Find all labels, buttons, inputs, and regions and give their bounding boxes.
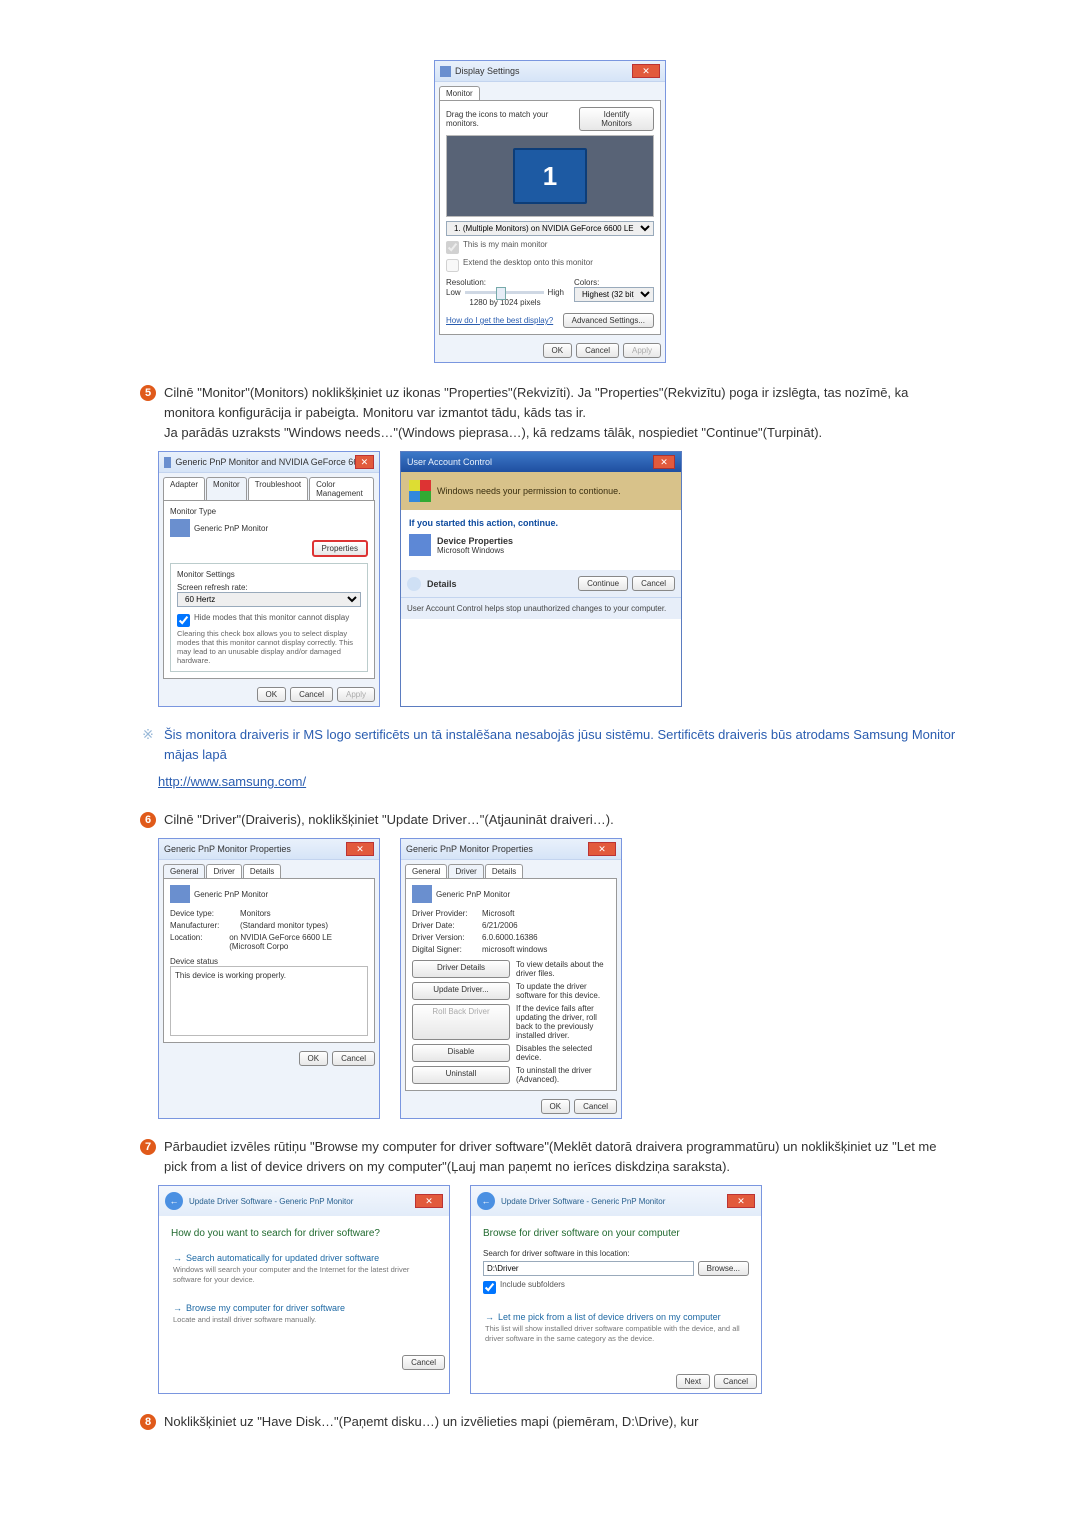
ok-button[interactable]: OK — [543, 343, 573, 358]
chevron-down-icon[interactable] — [407, 577, 421, 591]
option-browse-computer[interactable]: Browse my computer for driver software L… — [171, 1299, 437, 1329]
monitor-icon — [170, 885, 190, 903]
advanced-settings-button[interactable]: Advanced Settings... — [563, 313, 654, 328]
update-driver-wizard-2: ← Update Driver Software - Generic PnP M… — [470, 1185, 762, 1394]
hide-modes-checkbox[interactable] — [177, 614, 190, 627]
tab-general[interactable]: General — [405, 864, 447, 878]
device-icon — [409, 534, 431, 556]
option-search-automatically[interactable]: Search automatically for updated driver … — [171, 1249, 437, 1289]
note-block: ※ Šis monitora draiveris ir MS logo sert… — [140, 725, 960, 764]
close-icon[interactable]: ✕ — [346, 842, 374, 856]
close-icon[interactable]: ✕ — [355, 455, 374, 469]
tab-adapter[interactable]: Adapter — [163, 477, 205, 500]
tab-details[interactable]: Details — [243, 864, 281, 878]
ok-button[interactable]: OK — [257, 687, 287, 702]
main-monitor-checkbox — [446, 241, 459, 254]
search-path-input[interactable] — [483, 1261, 694, 1276]
samsung-link[interactable]: http://www.samsung.com/ — [158, 774, 306, 789]
step-5: 5 Cilnē "Monitor"(Monitors) noklikšķinie… — [140, 383, 960, 443]
resolution-slider[interactable] — [465, 291, 544, 294]
monitor-select[interactable]: 1. (Multiple Monitors) on NVIDIA GeForce… — [446, 221, 654, 236]
display-settings-window: Display Settings ✕ Monitor Drag the icon… — [434, 60, 666, 363]
window-title: Display Settings — [455, 66, 520, 76]
monitor-properties-window: Generic PnP Monitor and NVIDIA GeForce 6… — [158, 451, 380, 707]
apply-button: Apply — [623, 343, 661, 358]
option-let-me-pick[interactable]: Let me pick from a list of device driver… — [483, 1308, 749, 1348]
window-icon — [440, 66, 451, 77]
close-icon[interactable]: ✕ — [727, 1194, 755, 1208]
cancel-button[interactable]: Cancel — [332, 1051, 375, 1066]
step-badge: 5 — [140, 385, 156, 401]
step-8: 8 Noklikšķiniet uz "Have Disk…"(Paņemt d… — [140, 1412, 960, 1432]
monitor-icon — [412, 885, 432, 903]
refresh-rate-select[interactable]: 60 Hertz — [177, 592, 361, 607]
ok-button[interactable]: OK — [299, 1051, 329, 1066]
update-driver-wizard-1: ← Update Driver Software - Generic PnP M… — [158, 1185, 450, 1394]
cancel-button[interactable]: Cancel — [714, 1374, 757, 1389]
update-driver-button[interactable]: Update Driver... — [412, 982, 510, 1000]
disable-button[interactable]: Disable — [412, 1044, 510, 1062]
shield-icon — [409, 480, 431, 502]
continue-button[interactable]: Continue — [578, 576, 628, 591]
ok-button[interactable]: OK — [541, 1099, 571, 1114]
tab-monitor[interactable]: Monitor — [206, 477, 247, 500]
cancel-button[interactable]: Cancel — [574, 1099, 617, 1114]
tab-driver[interactable]: Driver — [448, 864, 483, 878]
help-link[interactable]: How do I get the best display? — [446, 316, 553, 325]
cancel-button[interactable]: Cancel — [290, 687, 333, 702]
close-icon[interactable]: ✕ — [588, 842, 616, 856]
step-badge: 6 — [140, 812, 156, 828]
drag-hint: Drag the icons to match your monitors. — [446, 110, 579, 128]
back-icon[interactable]: ← — [165, 1192, 183, 1210]
uninstall-button[interactable]: Uninstall — [412, 1066, 510, 1084]
tab-details[interactable]: Details — [485, 864, 523, 878]
step-badge: 7 — [140, 1139, 156, 1155]
window-icon — [164, 457, 171, 468]
device-properties-driver-window: Generic PnP Monitor Properties✕ General … — [400, 838, 622, 1119]
colors-label: Colors: — [574, 278, 654, 287]
tab-driver[interactable]: Driver — [206, 864, 241, 878]
tab-monitor[interactable]: Monitor — [439, 86, 480, 100]
apply-button: Apply — [337, 687, 375, 702]
close-icon[interactable]: ✕ — [415, 1194, 443, 1208]
device-status-box: This device is working properly. — [170, 966, 368, 1036]
monitor-thumbnail[interactable]: 1 — [513, 148, 587, 204]
device-properties-general-window: Generic PnP Monitor Properties✕ General … — [158, 838, 380, 1119]
extend-desktop-checkbox — [446, 259, 459, 272]
roll-back-driver-button: Roll Back Driver — [412, 1004, 510, 1040]
step-6: 6 Cilnē "Driver"(Draiveris), noklikšķini… — [140, 810, 960, 830]
close-icon[interactable]: ✕ — [632, 64, 660, 78]
include-subfolders-checkbox[interactable] — [483, 1281, 496, 1294]
identify-monitors-button[interactable]: Identify Monitors — [579, 107, 654, 131]
uac-window: User Account Control ✕ Windows needs you… — [400, 451, 682, 707]
back-icon[interactable]: ← — [477, 1192, 495, 1210]
close-icon[interactable]: ✕ — [653, 455, 675, 469]
tab-troubleshoot[interactable]: Troubleshoot — [248, 477, 308, 500]
cancel-button[interactable]: Cancel — [576, 343, 619, 358]
display-settings-titlebar: Display Settings ✕ — [435, 61, 665, 82]
driver-details-button[interactable]: Driver Details — [412, 960, 510, 978]
properties-button[interactable]: Properties — [312, 540, 368, 557]
browse-button[interactable]: Browse... — [698, 1261, 749, 1276]
step-7: 7 Pārbaudiet izvēles rūtiņu "Browse my c… — [140, 1137, 960, 1177]
cancel-button[interactable]: Cancel — [402, 1355, 445, 1370]
step-badge: 8 — [140, 1414, 156, 1430]
colors-select[interactable]: Highest (32 bit) — [574, 287, 654, 302]
tab-general[interactable]: General — [163, 864, 205, 878]
tab-color-management[interactable]: Color Management — [309, 477, 374, 500]
note-icon: ※ — [140, 726, 156, 764]
next-button[interactable]: Next — [676, 1374, 710, 1389]
monitor-icon — [170, 519, 190, 537]
cancel-button[interactable]: Cancel — [632, 576, 675, 591]
resolution-label: Resolution: — [446, 278, 564, 287]
